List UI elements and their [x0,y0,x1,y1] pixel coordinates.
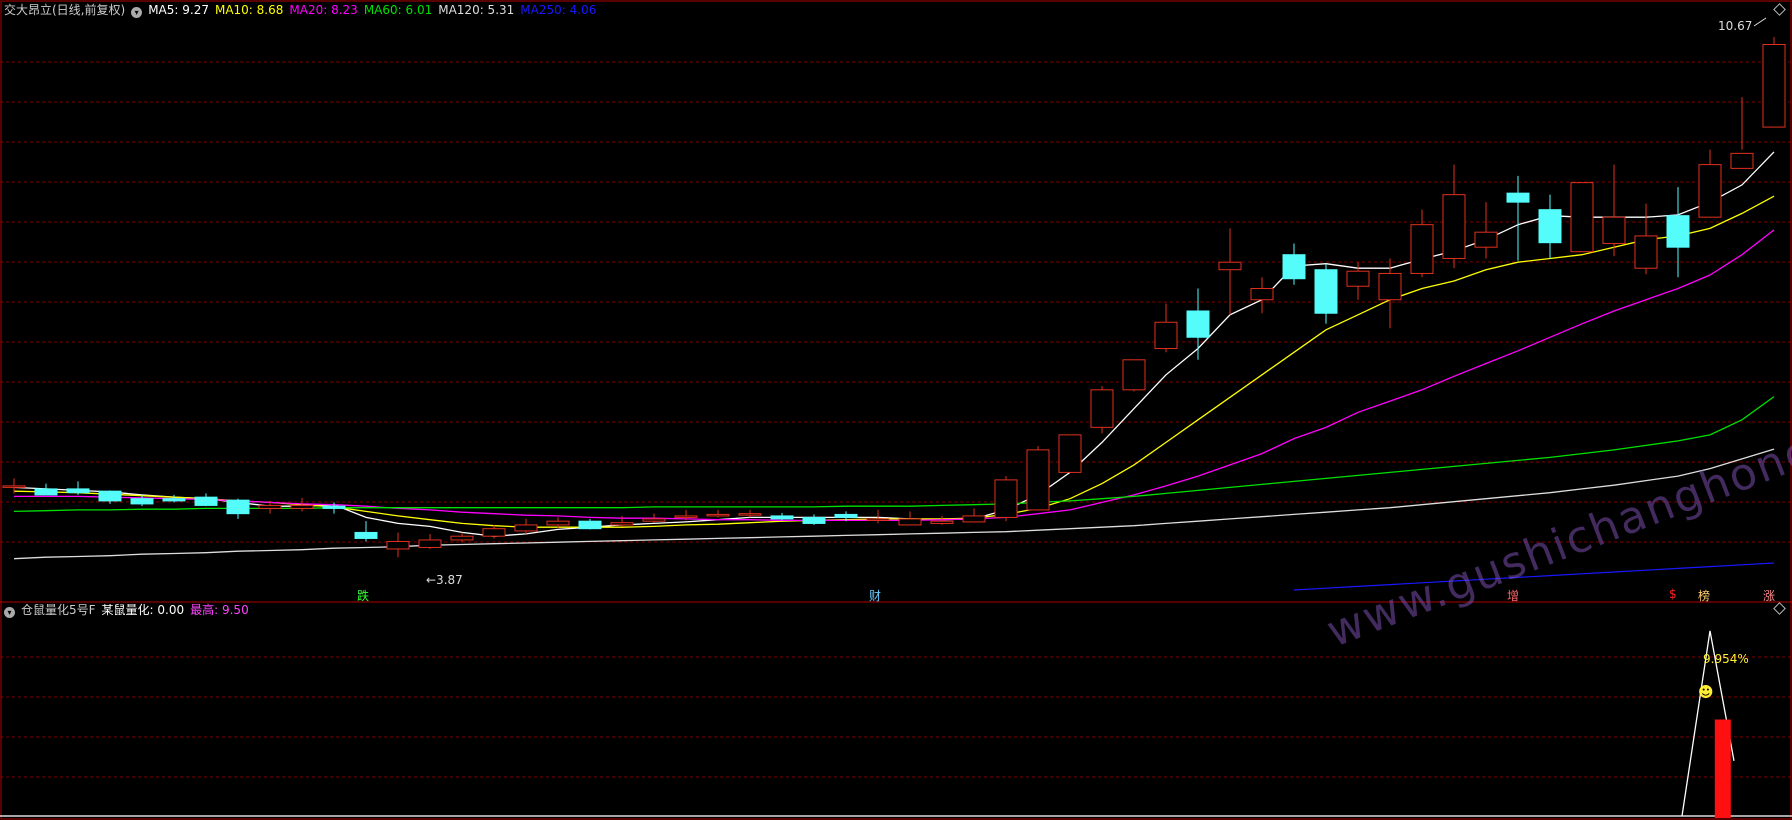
ma10-label: MA10: 8.68 [214,3,284,17]
candle-down [194,496,218,506]
stock-chart-stage: 交大昂立(日线,前复权) ▾ MA5: 9.27 MA10: 8.68 MA20: 8.… [0,0,1792,820]
candle-up [1378,272,1402,301]
sub-value-label: 某鼠量化: 0.00 [101,603,185,617]
candle-down [834,513,858,518]
pct-label: 9.954% [1703,652,1749,666]
candle-up [1602,216,1626,244]
candle-down [322,505,346,509]
ma5-label: MA5: 9.27 [148,3,209,17]
candle-up [1154,321,1178,350]
ma60-label: MA60: 6.01 [363,3,433,17]
candle-up [930,520,954,524]
candle-down [162,498,186,502]
ma120-label: MA120: 5.31 [438,3,515,17]
candle-down [66,488,90,494]
candle-down [770,515,794,520]
candle-up [1250,287,1274,301]
candle-up [2,485,26,488]
price-chart-svg[interactable] [0,0,1792,820]
candle-up [610,522,634,526]
marker-bang: 榜 [1698,589,1711,603]
candle-up [674,515,698,518]
candle-up [898,518,922,526]
candle-up [1474,231,1498,248]
candle-up [482,528,506,537]
candle-up [290,504,314,509]
candle-up [1346,270,1370,287]
candle-up [546,520,570,526]
high-arrow [1753,17,1767,27]
settings-circle-icon[interactable]: ▾ [4,607,15,618]
sub-max-label: 最高: 9.50 [190,603,249,617]
candle-down [354,531,378,539]
sub-header: ▾ 仓鼠量化5号F 某鼠量化: 0.00 最高: 9.50 [4,602,255,618]
candle-down [578,520,602,530]
candle-down [130,498,154,505]
marker-zhang: 涨 [1763,589,1776,603]
ma20-label: MA20: 8.23 [289,3,358,17]
candle-down [1666,215,1690,248]
candle-up [1218,261,1242,271]
candle-up [418,539,442,548]
candle-down [802,516,826,524]
candle-up [642,518,666,522]
candle-up [1730,152,1754,169]
candle-up [1410,224,1434,274]
candle-down [226,499,250,515]
candle-up [1090,389,1114,428]
candle-up [1698,164,1722,218]
marker-die: 跌 [357,589,370,603]
candle-up [258,504,282,509]
candle-up [738,513,762,516]
ma-line-ma10 [13,195,1775,528]
candle-up [514,524,538,532]
candle-down [98,490,122,502]
marker-s: $ [1669,587,1677,601]
chart-frame [0,0,1792,820]
candle-down [1282,254,1306,280]
candle-up [1442,194,1466,259]
candle-up [994,479,1018,518]
candle-up [450,535,474,541]
sub-title[interactable]: 仓鼠量化5号F [21,603,96,617]
candle-up [866,518,890,521]
candle-down [1506,192,1530,203]
candle-up [1122,359,1146,391]
candle-up [1026,449,1050,511]
stock-title[interactable]: 交大昂立(日线,前复权) [4,3,125,17]
candle-down [34,488,58,496]
candle-up [1058,434,1082,473]
price-low-label: ←3.87 [426,573,463,587]
ma-line-ma5 [13,151,1775,537]
price-high-label: 10.67 [1718,19,1753,33]
main-header: 交大昂立(日线,前复权) ▾ MA5: 9.27 MA10: 8.68 MA20: 8.… [4,2,602,18]
candle-up [1762,44,1786,128]
candle-up [1634,235,1658,269]
candle-up [706,513,730,517]
candle-up [1570,182,1594,253]
settings-circle-icon[interactable]: ▾ [131,7,143,18]
candle-down [1186,310,1210,338]
candle-up [386,540,410,550]
candle-up [962,515,986,523]
candle-down [1538,209,1562,244]
signal-bar [1714,719,1731,818]
ma-line-ma20 [14,229,1775,522]
ma250-label: MA250: 4.06 [520,3,597,17]
smiley-icon: ☻ [1698,683,1714,701]
candle-down [1314,269,1338,314]
ma-line-ma60 [13,396,1775,513]
marker-cai: 财 [869,589,882,603]
